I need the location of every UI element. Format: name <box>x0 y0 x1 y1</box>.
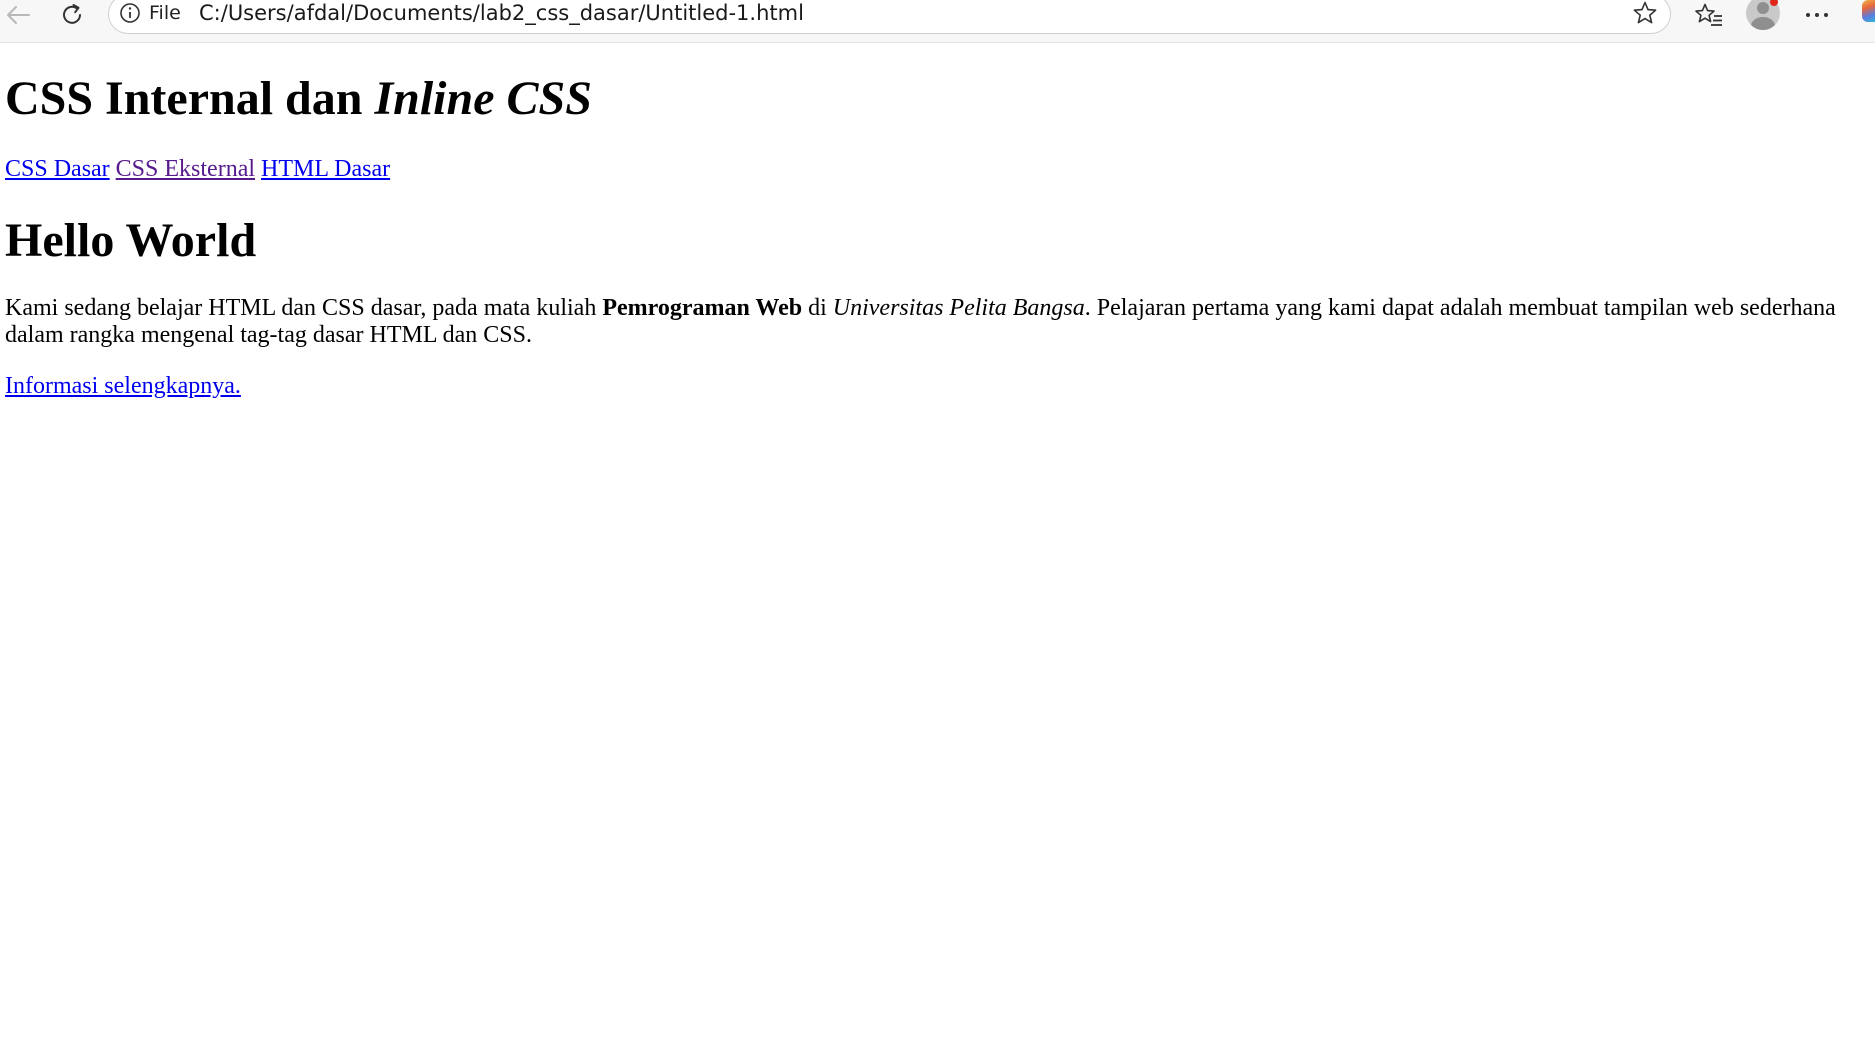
address-bar[interactable]: File C:/Users/afdal/Documents/lab2_css_d… <box>108 0 1671 34</box>
more-options-icon <box>1806 13 1828 17</box>
section-heading: Hello World <box>5 214 257 267</box>
add-favorite-button[interactable] <box>1630 0 1660 27</box>
site-info-button[interactable]: File <box>119 1 181 25</box>
copilot-icon[interactable] <box>1862 0 1875 22</box>
favorites-button[interactable] <box>1691 0 1727 30</box>
university-name: Universitas Pelita Bangsa <box>832 295 1085 321</box>
browser-toolbar: File C:/Users/afdal/Documents/lab2_css_d… <box>0 0 1875 43</box>
nav-links: CSS Dasar CSS Eksternal HTML Dasar <box>5 155 1865 183</box>
intro-paragraph: Kami sedang belajar HTML dan CSS dasar, … <box>5 295 1836 348</box>
info-icon <box>120 3 140 23</box>
profile-avatar-icon <box>1757 2 1769 14</box>
back-arrow-icon <box>7 6 30 24</box>
page-title-italic: Inline CSS <box>374 72 592 125</box>
star-icon <box>1633 1 1657 24</box>
page-content: CSS Internal dan Inline CSS CSS Dasar CS… <box>5 43 1865 400</box>
more-options-button[interactable] <box>1799 0 1835 30</box>
reload-icon <box>63 4 81 24</box>
nav-link-html-dasar[interactable]: HTML Dasar <box>261 156 390 182</box>
url-text[interactable]: C:/Users/afdal/Documents/lab2_css_dasar/… <box>199 1 804 25</box>
page-title: CSS Internal dan Inline CSS <box>5 72 592 125</box>
back-button[interactable] <box>0 0 36 30</box>
site-info-label: File <box>149 2 181 24</box>
favorites-icon <box>1695 3 1722 26</box>
nav-link-css-dasar[interactable]: CSS Dasar <box>5 156 110 182</box>
more-info-link[interactable]: Informasi selengkapnya. <box>5 373 241 399</box>
nav-link-css-eksternal[interactable]: CSS Eksternal <box>116 156 255 182</box>
more-info: Informasi selengkapnya. <box>5 372 1865 400</box>
course-name: Pemrograman Web <box>602 295 803 321</box>
reload-button[interactable] <box>54 0 90 30</box>
